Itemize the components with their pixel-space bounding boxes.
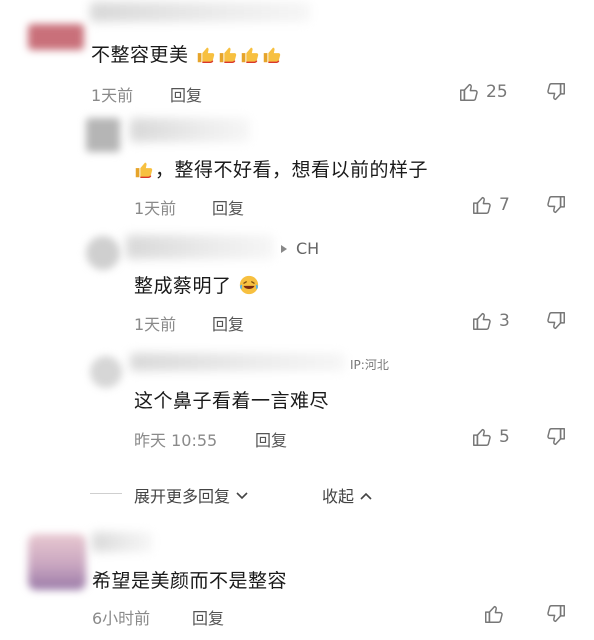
username-blurred[interactable] [126, 235, 274, 259]
thumbs-up-icon [473, 428, 491, 446]
chevron-up-icon [360, 492, 372, 500]
comment-text-body: 不整容更美 [91, 44, 189, 66]
comment-time: 昨天 10:55 [134, 431, 218, 450]
like-button[interactable]: 3 [471, 310, 510, 332]
comment-text-body: 整成蔡明了 [134, 275, 232, 297]
thumbs-down-icon [547, 605, 565, 623]
comment-text-body: 希望是美颜而不是整容 [92, 570, 288, 592]
thumbs-down-icon [547, 312, 565, 330]
reply-to-username[interactable]: CH [296, 239, 319, 258]
reply-button[interactable]: 回复 [212, 311, 244, 335]
comment-time: 1天前 [134, 199, 177, 218]
comment-text-body: ，整得不好看，想看以前的样子 [155, 159, 429, 181]
like-count: 7 [499, 195, 510, 215]
arrow-right-icon [281, 245, 287, 253]
avatar[interactable] [28, 24, 84, 50]
laughing-emoji [239, 275, 259, 295]
thumbs-up-emoji [197, 47, 215, 63]
collapse-replies-label: 收起 [322, 487, 355, 506]
reply-button[interactable]: 回复 [255, 427, 287, 451]
thumbs-up-icon [473, 196, 491, 214]
comment-text: 整成蔡明了 [134, 271, 260, 298]
like-button[interactable]: 7 [471, 194, 510, 216]
chevron-down-icon [236, 492, 248, 500]
thumbs-up-icon [485, 605, 503, 623]
like-count: 25 [486, 82, 508, 102]
ip-location: IP:河北 [350, 358, 389, 372]
username-blurred[interactable] [130, 353, 345, 371]
comment-text: 希望是美颜而不是整容 [92, 566, 287, 593]
reply-button[interactable]: 回复 [192, 605, 224, 629]
reply-button[interactable]: 回复 [212, 195, 244, 219]
expand-replies-label: 展开更多回复 [134, 487, 231, 506]
username-blurred[interactable] [130, 118, 250, 142]
thumbs-down-icon [547, 196, 565, 214]
dislike-button[interactable] [545, 426, 567, 448]
like-button[interactable]: 5 [471, 426, 510, 448]
dislike-button[interactable] [545, 603, 567, 625]
thread-divider [90, 493, 122, 494]
expand-replies-button[interactable]: 展开更多回复 [134, 483, 249, 507]
comment-time: 6小时前 [92, 609, 151, 628]
comment-time: 1天前 [91, 86, 134, 105]
thumbs-down-icon [547, 428, 565, 446]
thumbs-up-emoji [241, 47, 259, 63]
comment-text-body: 这个鼻子看着一言难尽 [134, 390, 330, 412]
thumbs-up-emoji [263, 47, 281, 63]
like-count: 3 [499, 311, 510, 331]
comment-text: 不整容更美 [91, 40, 283, 67]
comment-text: 这个鼻子看着一言难尽 [134, 386, 329, 413]
comment-text: ，整得不好看，想看以前的样子 [133, 155, 428, 182]
like-count: 5 [499, 427, 510, 447]
thumbs-up-emoji [219, 47, 237, 63]
dislike-button[interactable] [545, 194, 567, 216]
reply-button[interactable]: 回复 [170, 82, 202, 106]
avatar[interactable] [90, 356, 122, 388]
username-blurred[interactable] [90, 2, 310, 22]
dislike-button[interactable] [545, 81, 567, 103]
like-button[interactable] [483, 603, 505, 625]
thumbs-up-icon [460, 83, 478, 101]
avatar[interactable] [86, 236, 120, 270]
thumbs-up-icon [473, 312, 491, 330]
thumbs-up-emoji [135, 162, 153, 178]
dislike-button[interactable] [545, 310, 567, 332]
like-button[interactable]: 25 [458, 81, 508, 103]
username-blurred[interactable] [92, 532, 152, 552]
collapse-replies-button[interactable]: 收起 [322, 483, 373, 507]
avatar[interactable] [86, 118, 120, 152]
thumbs-down-icon [547, 83, 565, 101]
avatar[interactable] [28, 534, 86, 590]
comment-time: 1天前 [134, 315, 177, 334]
